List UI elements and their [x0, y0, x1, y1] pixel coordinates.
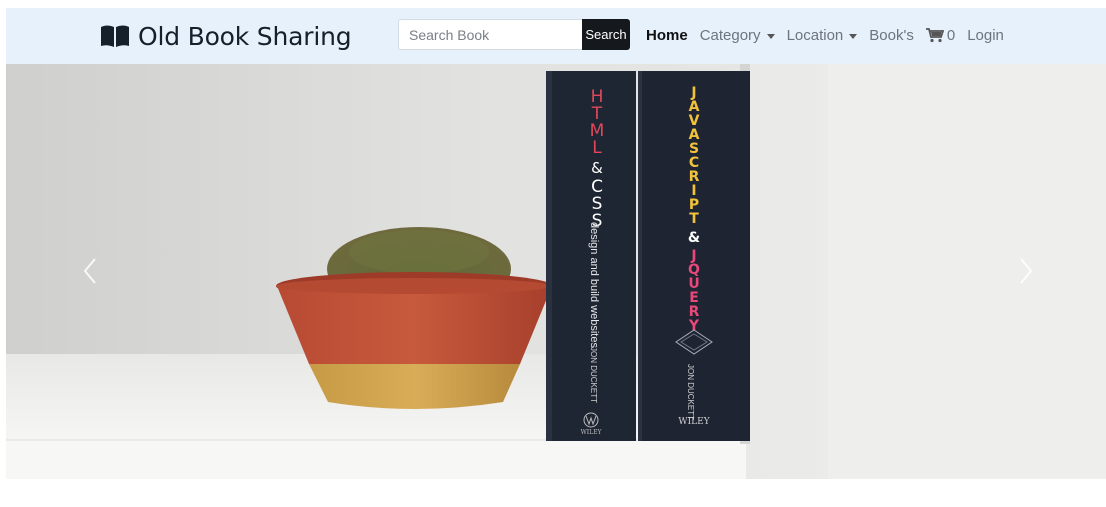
- chevron-left-icon: [83, 258, 96, 284]
- brand-link[interactable]: Old Book Sharing: [100, 20, 352, 52]
- book2-amp: &: [688, 230, 700, 246]
- chevron-right-icon: [1020, 258, 1033, 284]
- book1-subtitle: design and build websites: [588, 222, 600, 348]
- caret-down-icon: [766, 34, 775, 39]
- book1-publisher: WILEY: [581, 429, 603, 436]
- hero-carousel: HTML & CSS design and build websites JON…: [6, 64, 1106, 479]
- nav-location-label: Location: [786, 27, 844, 44]
- nav-home[interactable]: Home: [646, 27, 688, 44]
- nav-books[interactable]: Book's: [869, 27, 914, 44]
- open-book-icon: [101, 25, 129, 47]
- cart-count: 0: [946, 27, 956, 44]
- nav-location-dropdown[interactable]: Location: [787, 27, 858, 44]
- book2-publisher: WILEY: [678, 417, 710, 427]
- caret-down-icon: [849, 34, 858, 39]
- carousel-next-button[interactable]: [1006, 244, 1046, 298]
- book1-author: JON DUCKETT: [589, 347, 598, 403]
- main-nav: Home Category Location Book's 0 Login: [646, 27, 1016, 44]
- nav-category-dropdown[interactable]: Category: [700, 27, 775, 44]
- carousel-prev-button[interactable]: [70, 244, 110, 298]
- search-button[interactable]: Search: [582, 19, 630, 50]
- carousel-slide-image: HTML & CSS design and build websites JON…: [6, 64, 1106, 479]
- shopping-cart-icon: [925, 28, 944, 43]
- page-frame: Old Book Sharing Search Home Category Lo…: [6, 8, 1106, 479]
- nav-login[interactable]: Login: [967, 27, 1004, 44]
- navbar: Old Book Sharing Search Home Category Lo…: [6, 8, 1106, 64]
- nav-category-label: Category: [699, 27, 761, 44]
- book2-author: JON DUCKETT: [686, 364, 695, 420]
- book2-title-javascript: JAVASCRIPT: [689, 85, 700, 227]
- search-form: Search: [398, 19, 630, 50]
- book1-amp: &: [591, 159, 603, 177]
- nav-cart[interactable]: 0: [925, 27, 956, 44]
- search-input[interactable]: [398, 19, 582, 50]
- brand-name: Old Book Sharing: [138, 21, 352, 51]
